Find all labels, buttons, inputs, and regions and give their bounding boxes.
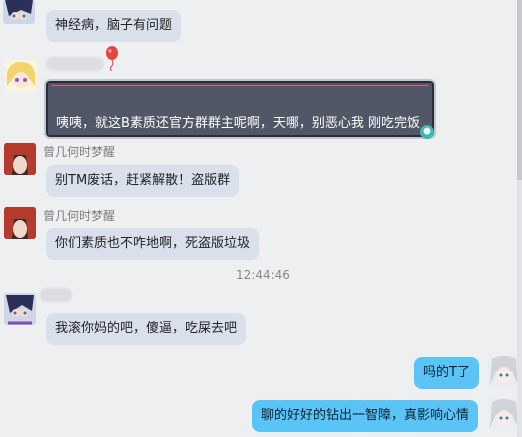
message-text: 你们素质也不咋地啊，死盗版垃圾 xyxy=(55,236,251,251)
sender-name: 曾几何时梦醒 xyxy=(43,145,116,159)
avatar[interactable] xyxy=(488,355,520,387)
timestamp: 12:44:46 xyxy=(236,268,290,282)
message-text: 吗的T了 xyxy=(423,365,470,380)
message-bubble[interactable]: 吗的T了 xyxy=(414,357,479,389)
avatar[interactable] xyxy=(3,0,35,24)
message-text: 我滚你妈的吧，傻逼，吃屎去吧 xyxy=(55,321,238,336)
sender-name-blurred xyxy=(46,57,104,71)
bubble-badge-icon xyxy=(419,124,435,144)
message-text: 神经病，脑子有问题 xyxy=(55,18,173,33)
message-bubble[interactable]: 我滚你妈的吧，傻逼，吃屎去吧 xyxy=(46,313,247,345)
message-text: 聊的好好的钻出一智障，真影响心情 xyxy=(261,408,470,423)
avatar[interactable] xyxy=(488,398,520,430)
message-bubble[interactable]: 聊的好好的钻出一智障，真影响心情 xyxy=(252,400,479,432)
sender-name: 曾几何时梦醒 xyxy=(43,209,116,223)
avatar[interactable] xyxy=(4,293,36,325)
message-bubble[interactable]: 神经病，脑子有问题 xyxy=(46,10,182,42)
message-bubble[interactable]: 你们素质也不咋地啊，死盗版垃圾 xyxy=(46,228,260,260)
message-text: 别TM废话，赶紧解散！盗版群 xyxy=(55,173,231,188)
chat-window: 神经病，脑子有问题 咦咦，就这B素质还官方群群主呢啊，天哪，别恶心我 刚吃完饭 xyxy=(0,0,522,437)
avatar[interactable] xyxy=(5,60,37,92)
avatar[interactable] xyxy=(4,143,36,175)
message-bubble[interactable]: 别TM废话，赶紧解散！盗版群 xyxy=(46,165,240,197)
bubble-decoration xyxy=(52,85,428,86)
scrollbar-thumb[interactable] xyxy=(517,0,522,180)
fancy-message-bubble[interactable]: 咦咦，就这B素质还官方群群主呢啊，天哪，别恶心我 刚吃完饭 xyxy=(44,79,436,139)
avatar[interactable] xyxy=(4,207,36,239)
balloon-icon xyxy=(104,45,120,75)
sender-name-blurred xyxy=(40,288,72,302)
message-text: 咦咦，就这B素质还官方群群主呢啊，天哪，别恶心我 刚吃完饭 xyxy=(56,116,421,131)
